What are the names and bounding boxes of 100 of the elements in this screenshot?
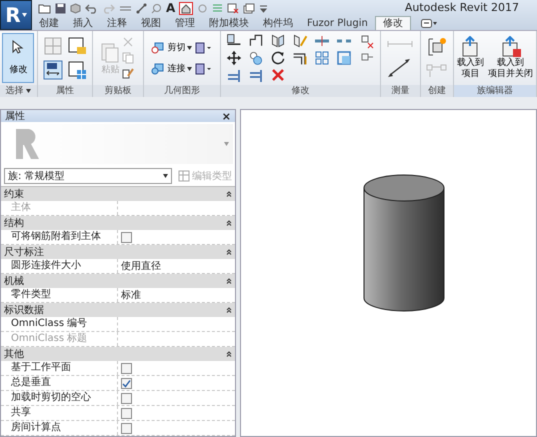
- dropdown-icon[interactable]: [259, 2, 268, 14]
- caret-icon: [26, 88, 32, 93]
- undo-icon[interactable]: [85, 2, 98, 14]
- shapes-icon: [151, 42, 166, 54]
- property-label: 加载时剪切的空心: [1, 391, 118, 405]
- group-header: 机械: [4, 274, 24, 288]
- close-button[interactable]: ×: [222, 110, 231, 122]
- shapes-icon[interactable]: [194, 62, 212, 74]
- ribbon-tab[interactable]: 构件坞: [256, 17, 300, 30]
- checkbox[interactable]: [121, 362, 132, 374]
- checkbox[interactable]: [121, 422, 132, 434]
- ribbon-tab[interactable]: 视图: [134, 17, 168, 30]
- grid-icon: [178, 170, 190, 182]
- panel-toggle-icon[interactable]: [420, 18, 437, 28]
- panel-label: 几何图形: [144, 85, 220, 97]
- copy-shapes-icon[interactable]: [248, 50, 264, 66]
- cursor-icon: [12, 40, 24, 54]
- panel-label: 创建: [421, 85, 453, 97]
- property-label: 房间计算点: [1, 421, 118, 435]
- delete-icon[interactable]: [270, 67, 286, 83]
- ribbon-tab[interactable]: 修改: [374, 16, 411, 30]
- cube-icon[interactable]: [70, 2, 81, 14]
- revit-logo-icon: [13, 127, 41, 161]
- modify-button[interactable]: 修改: [2, 33, 34, 83]
- panel-label[interactable]: 选择: [0, 85, 37, 97]
- grid-panel-icon[interactable]: [66, 60, 87, 80]
- split-icon[interactable]: [314, 33, 330, 49]
- panel-label: 剪贴板: [93, 85, 143, 97]
- extend-multiple-icon[interactable]: [248, 67, 264, 83]
- folder-icon[interactable]: [38, 2, 51, 14]
- group-header: 其他: [4, 348, 24, 361]
- type-properties-icon[interactable]: [42, 60, 63, 80]
- caret-icon: [163, 174, 168, 178]
- property-label: 主体: [1, 201, 118, 215]
- windows-icon[interactable]: [243, 2, 256, 14]
- caret-icon: [22, 13, 27, 17]
- save-icon[interactable]: [55, 2, 66, 14]
- ribbon-tab[interactable]: 附加模块: [202, 17, 256, 30]
- property-label: OmniClass 标题: [1, 332, 118, 346]
- collapse-icon[interactable]: [226, 249, 232, 255]
- group-header: 标识数据: [4, 304, 44, 317]
- checkbox[interactable]: [121, 392, 132, 404]
- geometry-tool-button[interactable]: 剪切: [151, 41, 192, 54]
- group-header: 结构: [4, 216, 24, 230]
- property-value[interactable]: 使用直径: [121, 259, 161, 273]
- caret-icon: [187, 46, 192, 50]
- ribbon-tab[interactable]: Fuzor Plugin: [300, 17, 375, 30]
- rotate-icon[interactable]: [270, 50, 286, 66]
- group-header: 尺寸标注: [4, 246, 44, 259]
- group-header: 约束: [4, 188, 24, 201]
- property-label: OmniClass 编号: [1, 317, 118, 331]
- collapse-icon[interactable]: [226, 351, 232, 357]
- property-label: 零件类型: [1, 288, 118, 302]
- collapse-icon[interactable]: [226, 220, 232, 226]
- collapse-icon[interactable]: [226, 191, 232, 197]
- panel-label: 族编辑器: [454, 85, 536, 97]
- collapse-icon[interactable]: [226, 278, 232, 284]
- move-icon[interactable]: [226, 50, 242, 66]
- mirror-draw-icon[interactable]: [292, 33, 308, 49]
- caret-icon: [187, 66, 192, 70]
- shapes-icon: [151, 62, 166, 74]
- ribbon-tab[interactable]: 创建: [32, 17, 66, 30]
- brush-icon[interactable]: [122, 68, 134, 80]
- window-close-icon[interactable]: [227, 2, 240, 14]
- clipboard-icon: [101, 40, 120, 62]
- property-label: 圆形连接件大小: [1, 259, 118, 273]
- scale-icon[interactable]: [336, 50, 352, 66]
- panel-label: 测量: [380, 85, 420, 97]
- checkbox[interactable]: [121, 378, 132, 388]
- panel-label: 属性: [38, 85, 92, 97]
- property-label: 基于工作平面: [1, 361, 118, 375]
- geometry-tool-button[interactable]: 连接: [151, 62, 192, 75]
- property-value[interactable]: 标准: [121, 288, 141, 302]
- property-label: 共享: [1, 406, 118, 420]
- checkbox[interactable]: [121, 232, 132, 242]
- checkbox[interactable]: [121, 408, 132, 418]
- component-icon[interactable]: [426, 36, 448, 58]
- ribbon-tab[interactable]: 注释: [100, 17, 134, 30]
- drawing-area[interactable]: [240, 109, 537, 437]
- window-title: Autodesk Revit 2017: [404, 1, 519, 14]
- load-into-project-button[interactable]: 载入到 项目并关闭: [487, 36, 534, 80]
- caret-icon[interactable]: [224, 142, 229, 146]
- ribbon-tab[interactable]: 管理: [168, 17, 202, 30]
- upload-icon: [500, 36, 522, 58]
- property-label: 可将钢筋附着到主体: [1, 230, 118, 244]
- offset-icon[interactable]: [248, 33, 264, 49]
- property-label: 总是垂直: [1, 376, 118, 390]
- load-into-project-button[interactable]: 载入到 项目: [456, 36, 485, 80]
- folder-panel-icon[interactable]: [66, 36, 87, 56]
- ribbon-tab[interactable]: 插入: [66, 17, 100, 30]
- app-menu-button[interactable]: R: [0, 0, 32, 30]
- panel-label: 修改: [221, 85, 380, 97]
- collapse-icon[interactable]: [226, 307, 232, 313]
- palette-title: 属性: [5, 110, 25, 123]
- mirror-axis-icon[interactable]: [270, 33, 286, 49]
- house-icon[interactable]: [179, 2, 194, 14]
- trim-extend-icon[interactable]: [226, 67, 242, 83]
- type-selector[interactable]: 族: 常规模型: [4, 168, 172, 184]
- array-icon[interactable]: [314, 50, 330, 66]
- text-tool[interactable]: A: [166, 1, 176, 15]
